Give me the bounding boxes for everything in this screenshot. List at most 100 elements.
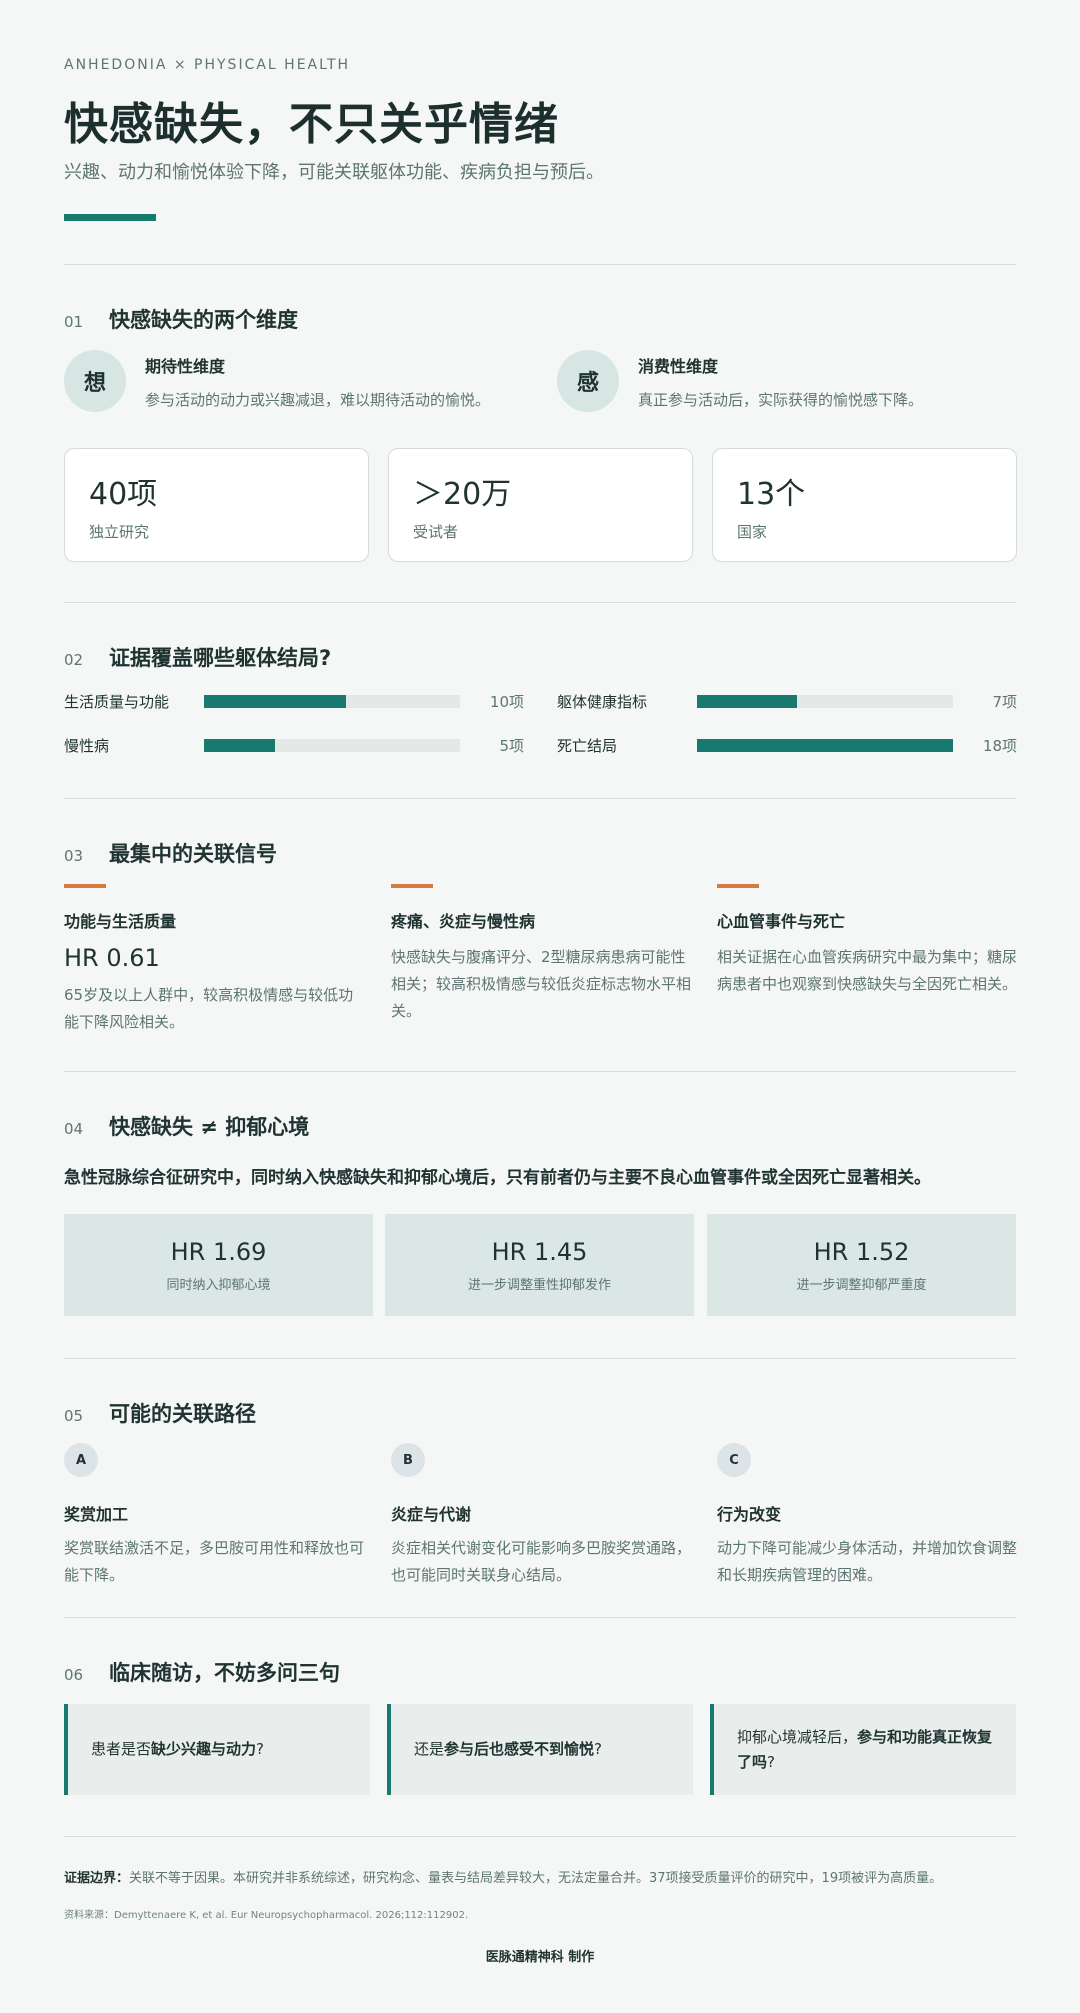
hr-value: HR 1.52 bbox=[813, 1238, 910, 1266]
page-title: 快感缺失，不只关乎情绪 bbox=[64, 99, 559, 150]
bar-track bbox=[697, 738, 953, 752]
hr-note: 进一步调整抑郁严重度 bbox=[796, 1278, 927, 1293]
stat-card-countries: 13个 国家 bbox=[712, 448, 1017, 562]
bar-count: 7项 bbox=[992, 692, 1017, 711]
section-number: 01 bbox=[64, 313, 84, 331]
page-subtitle: 兴趣、动力和愉悦体验下降，可能关联躯体功能、疾病负担与预后。 bbox=[64, 162, 604, 183]
stat-card-studies: 40项 独立研究 bbox=[64, 448, 369, 562]
dimension-badge: 想 bbox=[64, 350, 126, 412]
path-desc: 炎症相关代谢变化可能影响多巴胺奖赏通路，也可能同时关联身心结局。 bbox=[391, 1539, 692, 1584]
signal-cardiovascular: 心血管事件与死亡 相关证据在心血管疾病研究中最为集中；糖尿病患者中也观察到快感缺… bbox=[717, 884, 1017, 998]
bar-label: 死亡结局 bbox=[557, 736, 618, 755]
hr-box: HR 1.52 进一步调整抑郁严重度 bbox=[707, 1214, 1016, 1316]
stat-value: 13个 bbox=[737, 477, 806, 512]
question-card: 还是参与后也感受不到愉悦? bbox=[387, 1704, 693, 1795]
section-title: 快感缺失的两个维度 bbox=[109, 308, 298, 332]
section-title: 快感缺失 ≠ 抑郁心境 bbox=[109, 1115, 310, 1139]
signal-desc: 相关证据在心血管疾病研究中最为集中；糖尿病患者中也观察到快感缺失与全因死亡相关。 bbox=[717, 948, 1018, 993]
signal-title: 功能与生活质量 bbox=[64, 912, 177, 931]
source-citation: 资料来源：Demyttenaere K, et al. Eur Neuropsy… bbox=[64, 1910, 469, 1921]
section-number: 05 bbox=[64, 1407, 84, 1425]
path-inflammation: B 炎症与代谢 炎症相关代谢变化可能影响多巴胺奖赏通路，也可能同时关联身心结局。 bbox=[391, 1443, 691, 1589]
dimension-desc: 参与活动的动力或兴趣减退，难以期待活动的愉悦。 bbox=[145, 391, 491, 409]
section-title: 可能的关联路径 bbox=[109, 1402, 256, 1426]
bar-fill bbox=[697, 738, 953, 752]
bar-fill bbox=[204, 738, 276, 752]
signal-title: 疼痛、炎症与慢性病 bbox=[391, 912, 536, 931]
section-3-heading: 03 最集中的关联信号 bbox=[64, 838, 277, 868]
bar-label: 躯体健康指标 bbox=[557, 692, 648, 711]
question-mark: ? bbox=[767, 1752, 775, 1771]
dimension-title: 期待性维度 bbox=[145, 357, 226, 376]
divider bbox=[64, 1071, 1016, 1072]
question-text: 还是 bbox=[414, 1740, 445, 1758]
section-1-heading: 01 快感缺失的两个维度 bbox=[64, 304, 298, 334]
question-mark: ? bbox=[256, 1740, 264, 1758]
bar-label: 慢性病 bbox=[64, 736, 110, 755]
divider bbox=[64, 602, 1016, 603]
question-emphasis: 参与后也感受不到愉悦 bbox=[444, 1740, 595, 1758]
signal-desc: 快感缺失与腹痛评分、2型糖尿病患病可能性相关；较高积极情感与较低炎症标志物水平相… bbox=[391, 948, 692, 1020]
question-card: 患者是否缺少兴趣与动力? bbox=[64, 1704, 370, 1795]
section-title: 最集中的关联信号 bbox=[109, 842, 277, 866]
divider bbox=[64, 264, 1016, 265]
stat-card-participants: ＞20万 受试者 bbox=[388, 448, 693, 562]
dimension-anticipatory: 想 期待性维度 参与活动的动力或兴趣减退，难以期待活动的愉悦。 bbox=[64, 350, 490, 412]
hr-box: HR 1.69 同时纳入抑郁心境 bbox=[64, 1214, 373, 1316]
bar-track bbox=[697, 694, 953, 708]
section-number: 03 bbox=[64, 847, 84, 865]
bar-label: 生活质量与功能 bbox=[64, 692, 170, 711]
hr-note: 进一步调整重性抑郁发作 bbox=[467, 1278, 611, 1293]
infographic-page: ANHEDONIA × PHYSICAL HEALTH 快感缺失，不只关乎情绪 … bbox=[0, 0, 1080, 2013]
signal-title: 心血管事件与死亡 bbox=[717, 912, 846, 931]
hr-note: 同时纳入抑郁心境 bbox=[166, 1278, 271, 1293]
section-number: 04 bbox=[64, 1120, 84, 1138]
bar-row: 躯体健康指标 7项 bbox=[557, 689, 1017, 713]
maker-credit: 医脉通精神科 制作 bbox=[485, 1950, 595, 1965]
bar-row: 生活质量与功能 10项 bbox=[64, 689, 524, 713]
section-4-lead: 急性冠脉综合征研究中，同时纳入快感缺失和抑郁心境后，只有前者仍与主要不良心血管事… bbox=[64, 1168, 931, 1188]
question-emphasis: 缺少兴趣与动力 bbox=[151, 1740, 257, 1758]
signal-accent-line bbox=[64, 884, 106, 888]
stat-value: ＞20万 bbox=[413, 477, 512, 512]
divider bbox=[64, 798, 1016, 799]
question-card: 抑郁心境减轻后，参与和功能真正恢复了吗? bbox=[710, 1704, 1016, 1795]
question-text: 抑郁心境减轻后， bbox=[737, 1727, 858, 1746]
bar-count: 10项 bbox=[489, 692, 524, 711]
evidence-text: 关联不等于因果。本研究并非系统综述，研究构念、量表与结局差异较大，无法定量合并。… bbox=[129, 1871, 943, 1886]
signal-accent-line bbox=[391, 884, 433, 888]
path-desc: 动力下降可能减少身体活动，并增加饮食调整和长期疾病管理的困难。 bbox=[717, 1539, 1018, 1584]
section-6-heading: 06 临床随访，不妨多问三句 bbox=[64, 1657, 340, 1687]
question-text: 患者是否 bbox=[91, 1740, 152, 1758]
path-badge: A bbox=[64, 1443, 98, 1477]
divider bbox=[64, 1358, 1016, 1359]
signal-hr: HR 0.61 bbox=[64, 944, 160, 972]
stat-label: 独立研究 bbox=[89, 523, 150, 541]
path-desc: 奖赏联结激活不足，多巴胺可用性和释放也可能下降。 bbox=[64, 1539, 365, 1584]
hr-value: HR 1.69 bbox=[170, 1238, 267, 1266]
divider bbox=[64, 1617, 1016, 1618]
bar-row: 死亡结局 18项 bbox=[557, 733, 1017, 757]
accent-bar bbox=[64, 214, 156, 221]
evidence-label: 证据边界： bbox=[64, 1871, 130, 1886]
path-title: 炎症与代谢 bbox=[391, 1505, 472, 1524]
section-2-heading: 02 证据覆盖哪些躯体结局? bbox=[64, 642, 331, 672]
divider bbox=[64, 1836, 1016, 1837]
section-5-heading: 05 可能的关联路径 bbox=[64, 1398, 256, 1428]
section-title: 证据覆盖哪些躯体结局? bbox=[109, 646, 332, 670]
bar-fill bbox=[697, 694, 797, 708]
header-kicker: ANHEDONIA × PHYSICAL HEALTH bbox=[64, 57, 351, 73]
bar-count: 18项 bbox=[982, 736, 1017, 755]
path-badge: B bbox=[391, 1443, 425, 1477]
question-mark: ? bbox=[594, 1740, 602, 1758]
signal-desc: 65岁及以上人群中，较高积极情感与较低功能下降风险相关。 bbox=[64, 986, 354, 1031]
path-behavior: C 行为改变 动力下降可能减少身体活动，并增加饮食调整和长期疾病管理的困难。 bbox=[717, 1443, 1017, 1589]
signal-function: 功能与生活质量 HR 0.61 65岁及以上人群中，较高积极情感与较低功能下降风… bbox=[64, 884, 364, 1036]
section-4-heading: 04 快感缺失 ≠ 抑郁心境 bbox=[64, 1111, 309, 1141]
dimension-badge: 感 bbox=[557, 350, 619, 412]
bar-track bbox=[204, 694, 460, 708]
evidence-note: 证据边界：关联不等于因果。本研究并非系统综述，研究构念、量表与结局差异较大，无法… bbox=[64, 1867, 1016, 1886]
section-number: 06 bbox=[64, 1666, 84, 1684]
bar-count: 5项 bbox=[499, 736, 524, 755]
path-reward: A 奖赏加工 奖赏联结激活不足，多巴胺可用性和释放也可能下降。 bbox=[64, 1443, 364, 1589]
